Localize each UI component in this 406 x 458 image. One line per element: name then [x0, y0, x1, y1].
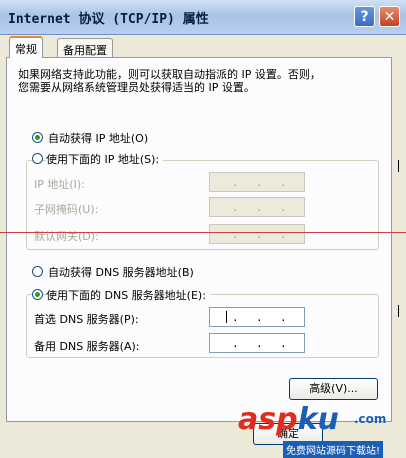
alternate-dns-label: 备用 DNS 服务器(A):: [34, 340, 140, 353]
preferred-dns-field[interactable]: ...: [209, 307, 305, 327]
default-gateway-label: 默认网关(D):: [34, 230, 99, 243]
tab-alternate-config[interactable]: 备用配置: [57, 38, 113, 58]
subnet-mask-label: 子网掩码(U):: [34, 203, 99, 216]
tab-general[interactable]: 常规: [9, 36, 43, 58]
auto-dns-radio[interactable]: [32, 266, 43, 277]
auto-ip-label[interactable]: 自动获得 IP 地址(O): [48, 130, 148, 146]
edge-artifact: [398, 160, 399, 172]
preferred-dns-label: 首选 DNS 服务器(P):: [34, 313, 139, 326]
ip-address-field[interactable]: ...: [209, 172, 305, 192]
manual-ip-label[interactable]: 使用下面的 IP 地址(S):: [46, 151, 164, 167]
red-guide-line: [0, 232, 406, 233]
close-button[interactable]: ✕: [379, 6, 400, 27]
manual-dns-radio[interactable]: [32, 289, 43, 300]
default-gateway-field[interactable]: ...: [209, 224, 305, 244]
question-icon: ?: [360, 9, 369, 25]
edge-artifact: [398, 305, 399, 317]
manual-ip-radio[interactable]: [32, 153, 43, 164]
close-icon: ✕: [383, 9, 396, 25]
manual-dns-label[interactable]: 使用下面的 DNS 服务器地址(E):: [46, 287, 210, 303]
text-cursor: [226, 311, 227, 323]
watermark-subtitle: 免费网站源码下载站!: [283, 441, 384, 458]
subnet-mask-field[interactable]: ...: [209, 197, 305, 217]
help-button[interactable]: ?: [354, 6, 375, 27]
ip-address-label: IP 地址(I):: [34, 178, 85, 191]
alternate-dns-field[interactable]: ...: [209, 333, 305, 353]
auto-dns-label[interactable]: 自动获得 DNS 服务器地址(B): [48, 264, 194, 280]
advanced-button[interactable]: 高级(V)...: [289, 378, 378, 400]
watermark-domain: .com: [354, 412, 387, 426]
description-text: 如果网络支持此功能，则可以获取自动指派的 IP 设置。否则， 您需要从网络系统管…: [18, 68, 321, 94]
window-title: Internet 协议 (TCP/IP) 属性: [8, 12, 209, 27]
watermark-logo: aspku: [238, 402, 339, 437]
auto-ip-radio[interactable]: [32, 132, 43, 143]
